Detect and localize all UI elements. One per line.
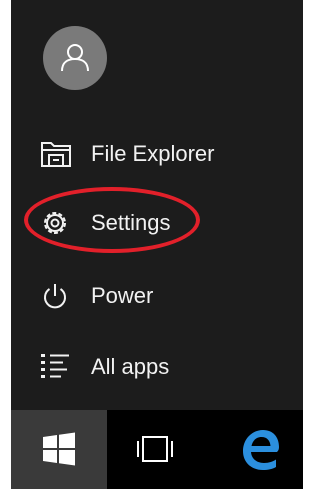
- all-apps-label: All apps: [91, 354, 170, 379]
- gear-icon: [39, 207, 75, 239]
- start-button[interactable]: [11, 410, 107, 489]
- all-apps-list-icon: [39, 351, 75, 383]
- task-view-button[interactable]: [115, 410, 195, 489]
- all-apps-item[interactable]: All apps: [11, 341, 303, 393]
- file-explorer-label: File Explorer: [91, 141, 215, 166]
- power-item[interactable]: Power: [11, 270, 303, 322]
- start-menu: File Explorer Settings Power All apps: [11, 0, 303, 410]
- settings-label: Settings: [91, 210, 171, 235]
- edge-browser-icon: [243, 430, 279, 470]
- user-avatar-icon: [61, 44, 89, 72]
- edge-button[interactable]: [221, 410, 301, 489]
- power-label: Power: [91, 283, 154, 308]
- taskbar: [11, 410, 303, 489]
- power-icon: [39, 280, 75, 312]
- user-avatar[interactable]: [43, 26, 107, 90]
- file-explorer-icon: [39, 138, 75, 170]
- windows-start-icon: [43, 432, 75, 466]
- file-explorer-item[interactable]: File Explorer: [11, 128, 303, 180]
- settings-item[interactable]: Settings: [11, 197, 303, 249]
- task-view-icon: [137, 436, 173, 462]
